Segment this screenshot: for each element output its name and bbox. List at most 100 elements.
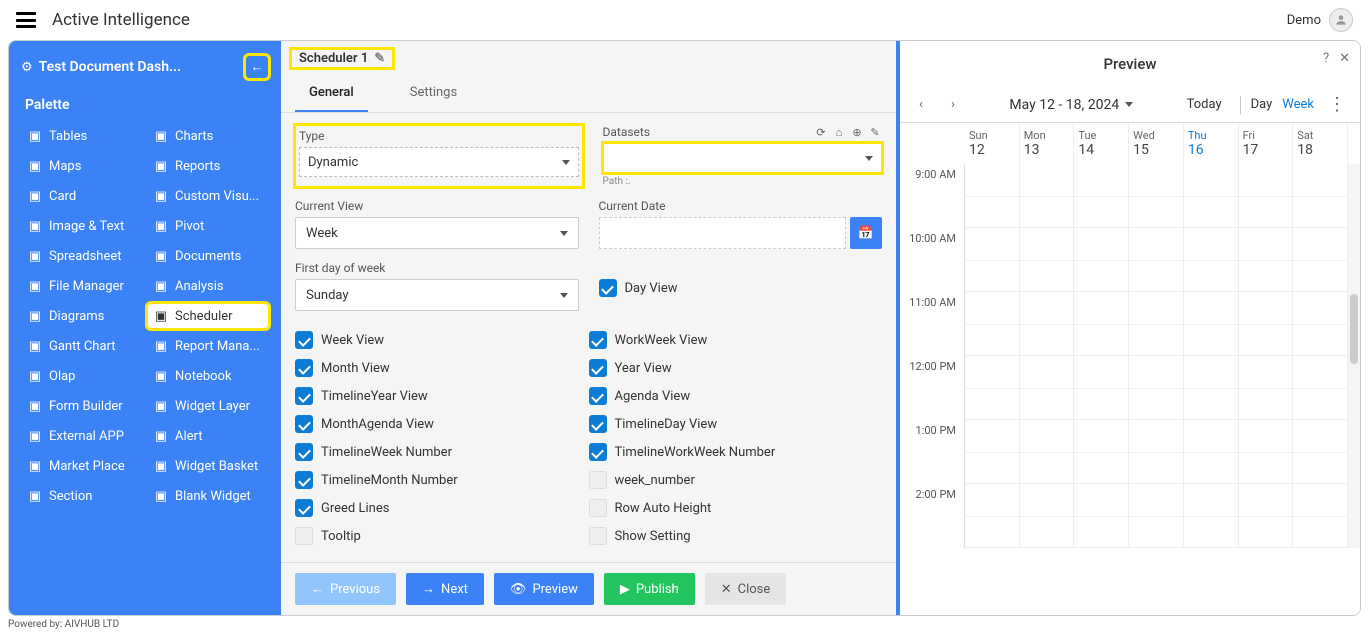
scrollbar-thumb[interactable] — [1350, 294, 1358, 364]
time-cell[interactable] — [1074, 420, 1129, 484]
publish-button[interactable]: ▶ Publish — [604, 573, 695, 605]
checkbox-week-view[interactable] — [295, 331, 313, 349]
time-cell[interactable] — [1074, 292, 1129, 356]
weekday-sun[interactable]: Sun12 — [965, 123, 1020, 164]
palette-item-diagrams[interactable]: ▣Diagrams — [21, 303, 143, 329]
time-cell[interactable] — [1074, 356, 1129, 420]
view-week[interactable]: Week — [1282, 97, 1314, 112]
palette-item-gantt-chart[interactable]: ▣Gantt Chart — [21, 333, 143, 359]
time-cell[interactable] — [965, 420, 1020, 484]
time-cell[interactable] — [1293, 164, 1348, 228]
checkbox-timelineyear-view[interactable] — [295, 387, 313, 405]
palette-item-file-manager[interactable]: ▣File Manager — [21, 273, 143, 299]
palette-item-olap[interactable]: ▣Olap — [21, 363, 143, 389]
time-cell[interactable] — [965, 228, 1020, 292]
checkbox-agenda-view[interactable] — [589, 387, 607, 405]
palette-item-reports[interactable]: ▣Reports — [147, 153, 269, 179]
palette-item-spreadsheet[interactable]: ▣Spreadsheet — [21, 243, 143, 269]
today-button[interactable]: Today — [1179, 93, 1230, 116]
palette-item-notebook[interactable]: ▣Notebook — [147, 363, 269, 389]
calendar-button[interactable]: 📅 — [850, 217, 882, 249]
previous-button[interactable]: ← Previous — [295, 573, 396, 605]
checkbox-workweek-view[interactable] — [589, 331, 607, 349]
time-cell[interactable] — [965, 292, 1020, 356]
weekday-tue[interactable]: Tue14 — [1074, 123, 1129, 164]
time-cell[interactable] — [1239, 420, 1294, 484]
checkbox-greed-lines[interactable] — [295, 499, 313, 517]
checkbox-row-auto-height[interactable] — [589, 499, 607, 517]
time-cell[interactable] — [1239, 356, 1294, 420]
next-week-button[interactable]: › — [942, 94, 964, 116]
palette-item-maps[interactable]: ▣Maps — [21, 153, 143, 179]
time-cell[interactable] — [1239, 228, 1294, 292]
checkbox-timelineweek-number[interactable] — [295, 443, 313, 461]
time-cell[interactable] — [1020, 484, 1075, 548]
close-button[interactable]: ✕ Close — [705, 573, 787, 605]
refresh-icon[interactable]: ⟳ — [814, 125, 828, 139]
weekday-thu[interactable]: Thu16 — [1184, 123, 1239, 164]
palette-item-blank-widget[interactable]: ▣Blank Widget — [147, 483, 269, 509]
back-button[interactable]: ← — [245, 55, 269, 79]
tab-general[interactable]: General — [295, 75, 368, 112]
prev-week-button[interactable]: ‹ — [910, 94, 932, 116]
time-cell[interactable] — [1184, 164, 1239, 228]
time-cell[interactable] — [1239, 292, 1294, 356]
currentview-select[interactable]: Week — [295, 217, 579, 249]
palette-item-card[interactable]: ▣Card — [21, 183, 143, 209]
time-cell[interactable] — [1129, 484, 1184, 548]
palette-item-charts[interactable]: ▣Charts — [147, 123, 269, 149]
time-cell[interactable] — [1293, 356, 1348, 420]
time-cell[interactable] — [1074, 484, 1129, 548]
checkbox-show-setting[interactable] — [589, 527, 607, 545]
palette-item-documents[interactable]: ▣Documents — [147, 243, 269, 269]
palette-item-custom-visu-[interactable]: ▣Custom Visu... — [147, 183, 269, 209]
time-cell[interactable] — [1239, 484, 1294, 548]
weekday-fri[interactable]: Fri17 — [1239, 123, 1294, 164]
check-dayview[interactable] — [599, 279, 617, 297]
view-day[interactable]: Day — [1251, 97, 1273, 112]
palette-item-report-mana-[interactable]: ▣Report Mana... — [147, 333, 269, 359]
palette-item-widget-basket[interactable]: ▣Widget Basket — [147, 453, 269, 479]
more-icon[interactable]: ⋮ — [1324, 94, 1350, 115]
time-cell[interactable] — [1293, 228, 1348, 292]
time-cell[interactable] — [965, 164, 1020, 228]
widget-title[interactable]: Scheduler 1 ✎ — [291, 49, 393, 68]
time-cell[interactable] — [1239, 164, 1294, 228]
time-cell[interactable] — [1074, 164, 1129, 228]
time-cell[interactable] — [1184, 420, 1239, 484]
time-cell[interactable] — [1020, 164, 1075, 228]
edit-icon[interactable]: ✎ — [868, 125, 882, 139]
checkbox-monthagenda-view[interactable] — [295, 415, 313, 433]
date-range[interactable]: May 12 - 18, 2024 — [1009, 97, 1119, 113]
checkbox-timelineday-view[interactable] — [589, 415, 607, 433]
menu-icon[interactable] — [16, 12, 36, 28]
time-cell[interactable] — [1129, 228, 1184, 292]
time-cell[interactable] — [1129, 164, 1184, 228]
preview-button[interactable]: 👁 Preview — [494, 573, 594, 605]
next-button[interactable]: → Next — [406, 573, 484, 605]
palette-item-alert[interactable]: ▣Alert — [147, 423, 269, 449]
checkbox-tooltip[interactable] — [295, 527, 313, 545]
weekday-wed[interactable]: Wed15 — [1129, 123, 1184, 164]
checkbox-timelinemonth-number[interactable] — [295, 471, 313, 489]
time-cell[interactable] — [1293, 484, 1348, 548]
time-cell[interactable] — [1184, 356, 1239, 420]
type-select[interactable]: Dynamic — [299, 147, 579, 177]
palette-item-pivot[interactable]: ▣Pivot — [147, 213, 269, 239]
palette-item-widget-layer[interactable]: ▣Widget Layer — [147, 393, 269, 419]
palette-item-external-app[interactable]: ▣External APP — [21, 423, 143, 449]
plus-icon[interactable]: ⊕ — [850, 125, 864, 139]
palette-item-scheduler[interactable]: ▣Scheduler — [147, 303, 269, 329]
palette-item-tables[interactable]: ▣Tables — [21, 123, 143, 149]
time-cell[interactable] — [1129, 420, 1184, 484]
datasets-select[interactable] — [603, 143, 883, 173]
palette-item-form-builder[interactable]: ▣Form Builder — [21, 393, 143, 419]
checkbox-week-number[interactable] — [589, 471, 607, 489]
time-cell[interactable] — [1184, 484, 1239, 548]
time-cell[interactable] — [965, 484, 1020, 548]
time-cell[interactable] — [965, 356, 1020, 420]
time-cell[interactable] — [1293, 420, 1348, 484]
palette-item-image-text[interactable]: ▣Image & Text — [21, 213, 143, 239]
close-icon[interactable]: ✕ — [1339, 51, 1350, 66]
weekday-mon[interactable]: Mon13 — [1020, 123, 1075, 164]
